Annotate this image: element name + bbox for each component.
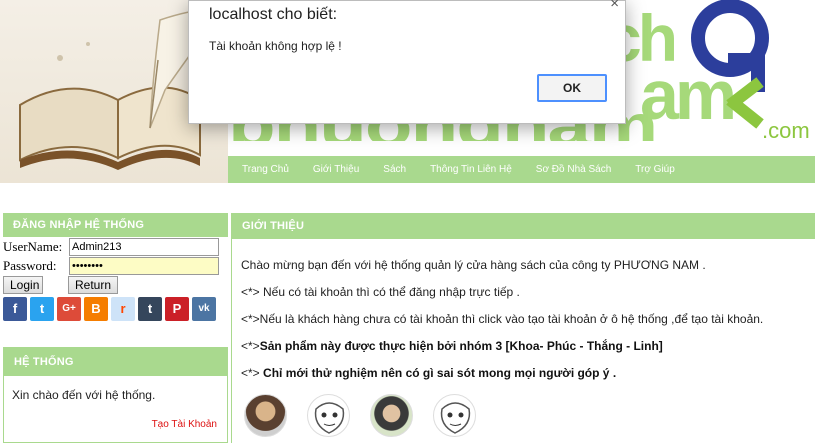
avatar	[370, 394, 413, 437]
intro-content: Chào mừng bạn đến với hệ thống quản lý c…	[232, 259, 815, 437]
alert-dialog-title: localhost cho biết:	[209, 6, 338, 23]
intro-panel: GIỚI THIỆU Chào mừng bạn đến với hệ thốn…	[231, 213, 815, 443]
username-row: UserName:	[3, 237, 228, 256]
blogger-icon[interactable]: B	[84, 297, 108, 321]
password-row: Password:	[3, 256, 228, 275]
system-greeting: Xin chào đến với hệ thống.	[12, 388, 156, 402]
nav-contact[interactable]: Thông Tin Liên Hệ	[430, 164, 512, 175]
intro-line-team: <*>Sản phẩm này được thực hiện bởi nhóm …	[241, 340, 815, 353]
login-button[interactable]: Login	[3, 276, 43, 294]
intro-line-team-prefix: <*>	[241, 339, 260, 353]
avatar	[244, 394, 287, 437]
login-panel: ĐĂNG NHẬP HỆ THỐNG UserName: Password: L…	[3, 213, 228, 330]
nav-about[interactable]: Giới Thiệu	[313, 164, 359, 175]
pinterest-icon[interactable]: P	[165, 297, 189, 321]
nav-home[interactable]: Trang Chủ	[242, 164, 289, 175]
ok-button[interactable]: OK	[537, 74, 607, 102]
system-panel: HỆ THỐNG Xin chào đến với hệ thống. Tạo …	[3, 347, 228, 443]
intro-panel-title: GIỚI THIỆU	[232, 213, 815, 239]
team-avatars	[244, 394, 815, 437]
social-share-bar: f t G+ B r t P vk	[3, 297, 228, 321]
intro-line-trial-prefix: <*>	[241, 366, 264, 380]
intro-line-trial: <*> Chỉ mới thử nghiệm nên có gì sai sót…	[241, 367, 815, 380]
return-button[interactable]: Return	[68, 276, 118, 294]
google-plus-icon[interactable]: G+	[57, 297, 81, 321]
password-label: Password:	[3, 257, 57, 273]
password-input[interactable]	[69, 256, 219, 275]
logo-circle-arrow-icon	[691, 0, 769, 129]
reddit-icon[interactable]: r	[111, 297, 135, 321]
intro-line-register: <*>Nếu là khách hàng chưa có tài khoản t…	[241, 312, 764, 326]
system-panel-title: HỆ THỐNG	[4, 348, 227, 376]
create-account-link[interactable]: Tạo Tài Khoản	[152, 419, 217, 430]
intro-line-team-text: Sản phẩm này được thực hiện bởi nhóm 3 […	[259, 339, 663, 353]
login-panel-title: ĐĂNG NHẬP HỆ THỐNG	[3, 213, 228, 237]
avatar	[433, 394, 476, 437]
avatar	[307, 394, 350, 437]
intro-line-trial-text: Chỉ mới thử nghiệm nên có gì sai sót mon…	[263, 366, 617, 380]
logo-domain-suffix: .com	[762, 118, 810, 143]
main-navigation: Trang Chủ Giới Thiệu Sách Thông Tin Liên…	[228, 156, 815, 183]
alert-dialog-message: Tài khoản không hợp lệ !	[209, 39, 342, 53]
nav-books[interactable]: Sách	[383, 164, 406, 175]
alert-dialog: localhost cho biết: × Tài khoản không hợ…	[188, 0, 626, 124]
intro-line-login: <*> Nếu có tài khoản thì có thể đăng nhậ…	[241, 285, 520, 299]
tumblr-icon[interactable]: t	[138, 297, 162, 321]
facebook-icon[interactable]: f	[3, 297, 27, 321]
vk-icon[interactable]: vk	[192, 297, 216, 321]
close-icon[interactable]: ×	[610, 0, 619, 12]
login-buttons: Login Return	[3, 276, 228, 295]
nav-store-map[interactable]: Sơ Đồ Nhà Sách	[536, 164, 611, 175]
username-label: UserName:	[3, 238, 63, 254]
twitter-icon[interactable]: t	[30, 297, 54, 321]
intro-line-welcome: Chào mừng bạn đến với hệ thống quản lý c…	[241, 258, 706, 272]
username-input[interactable]	[69, 237, 219, 256]
nav-help[interactable]: Trợ Giúp	[635, 164, 675, 175]
